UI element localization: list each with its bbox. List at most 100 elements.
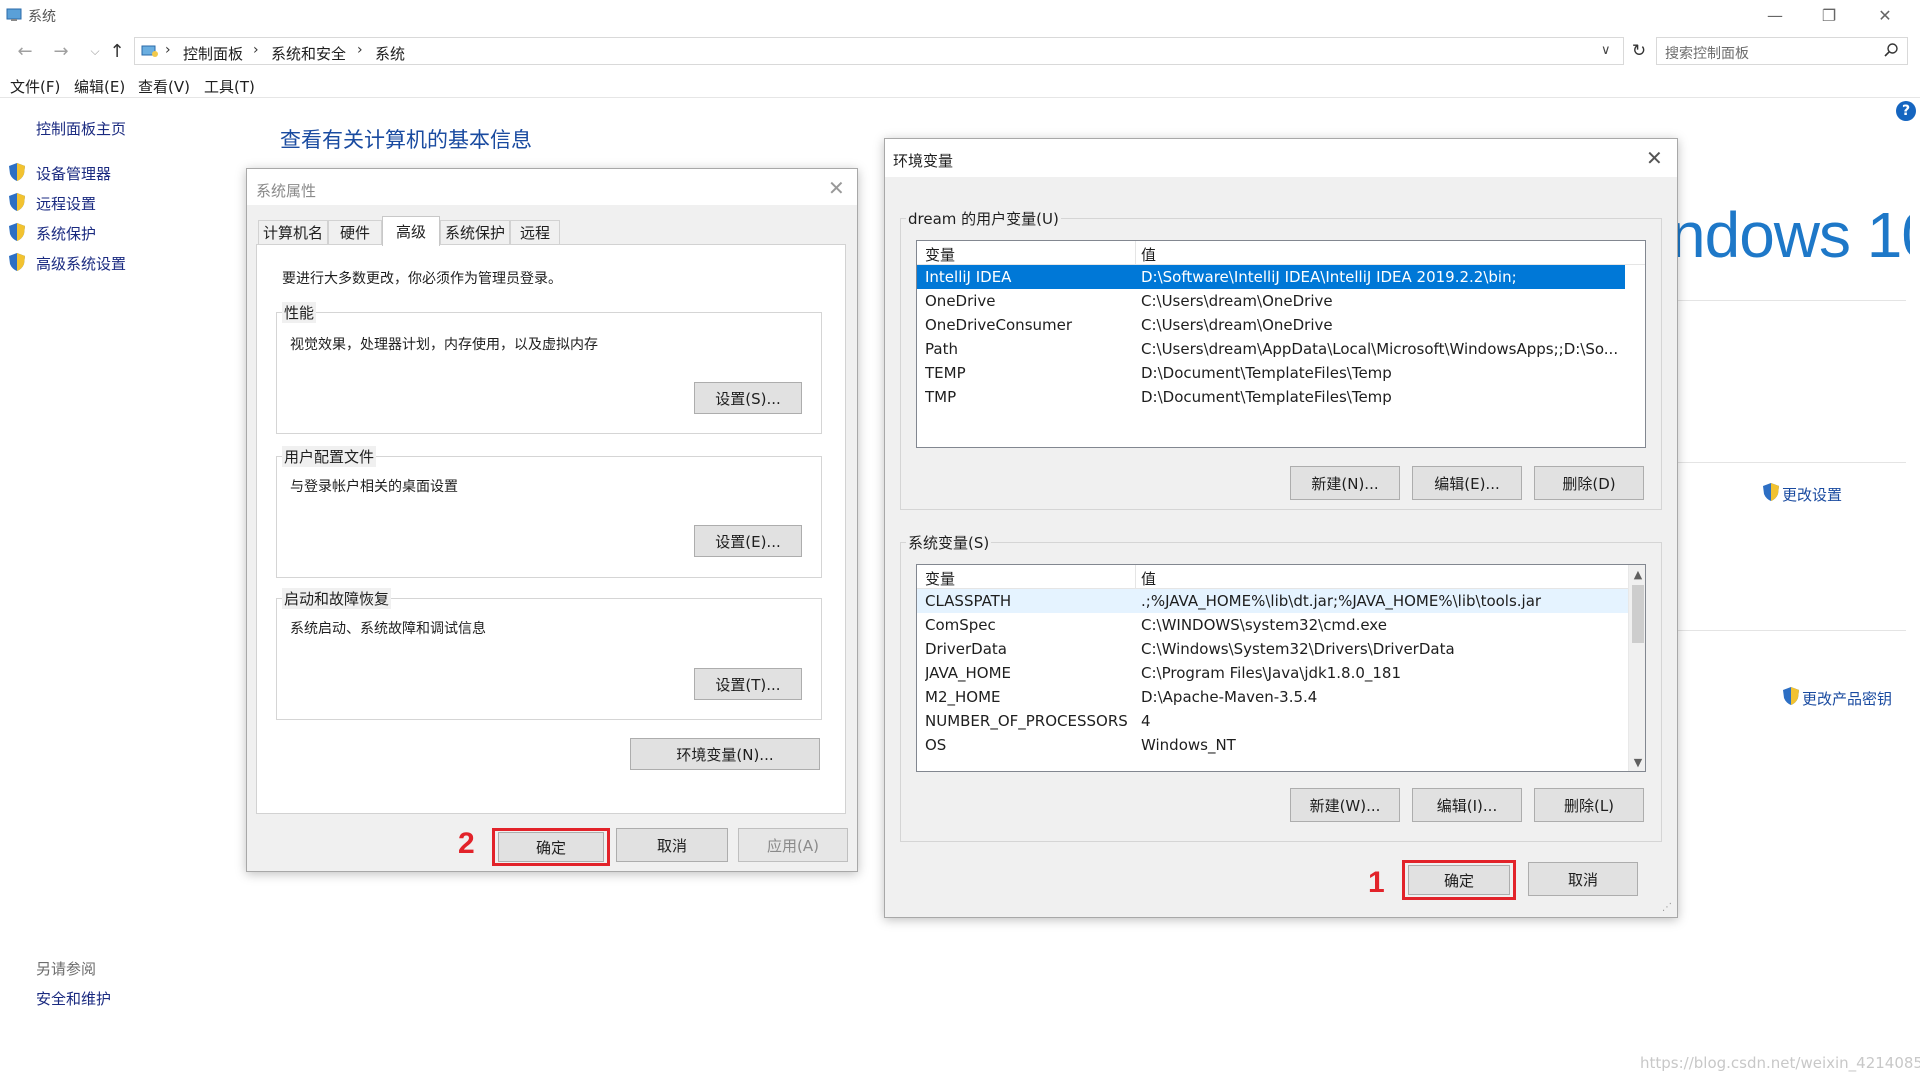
- tab-hardware[interactable]: 硬件: [328, 220, 382, 244]
- sidebar-item-advanced-settings[interactable]: 高级系统设置: [36, 253, 126, 274]
- variable-name: ComSpec: [925, 616, 996, 634]
- windows-10-logo: ndows 10: [1670, 199, 1910, 271]
- divider: [1676, 462, 1906, 463]
- menu-view[interactable]: 查看(V): [138, 76, 190, 97]
- table-row[interactable]: TEMP D:\Document\TemplateFiles\Temp: [917, 361, 1645, 385]
- table-row[interactable]: Path C:\Users\dream\AppData\Local\Micros…: [917, 337, 1645, 361]
- search-icon[interactable]: [1883, 42, 1899, 58]
- variable-name: CLASSPATH: [925, 592, 1012, 610]
- column-separator: [1135, 241, 1136, 265]
- search-input[interactable]: 搜索控制面板: [1656, 37, 1908, 65]
- refresh-icon[interactable]: ↻: [1628, 40, 1650, 62]
- system-edit-button[interactable]: 编辑(I)...: [1412, 788, 1522, 822]
- ok-button[interactable]: 确定: [498, 832, 604, 862]
- performance-group: [276, 312, 822, 434]
- sidebar-item-remote-settings[interactable]: 远程设置: [36, 193, 96, 214]
- user-profiles-settings-button[interactable]: 设置(E)...: [694, 525, 802, 557]
- breadcrumb-separator: ›: [253, 42, 259, 58]
- variable-name: IntelliJ IDEA: [925, 268, 1012, 286]
- startup-recovery-label: 启动和故障恢复: [282, 588, 392, 609]
- search-placeholder: 搜索控制面板: [1665, 46, 1749, 62]
- startup-settings-button[interactable]: 设置(T)...: [694, 668, 802, 700]
- environment-variables-button[interactable]: 环境变量(N)...: [630, 738, 820, 770]
- back-icon[interactable]: ←: [14, 40, 36, 62]
- tab-remote[interactable]: 远程: [510, 220, 560, 244]
- table-row[interactable]: TMP D:\Document\TemplateFiles\Temp: [917, 385, 1645, 409]
- scrollbar[interactable]: ▲ ▼: [1628, 565, 1645, 771]
- shield-icon: [8, 222, 26, 242]
- page-title: 查看有关计算机的基本信息: [280, 128, 532, 152]
- table-row[interactable]: OneDrive C:\Users\dream\OneDrive: [917, 289, 1645, 313]
- sidebar-item-device-manager[interactable]: 设备管理器: [36, 163, 111, 184]
- table-row[interactable]: OS Windows_NT: [917, 733, 1645, 757]
- system-properties-titlebar: [247, 169, 857, 205]
- minimize-icon[interactable]: —: [1752, 0, 1798, 30]
- chevron-down-icon[interactable]: ∨: [1601, 43, 1611, 58]
- shield-icon: [8, 162, 26, 182]
- user-variables-label: dream 的用户变量(U): [906, 208, 1061, 229]
- chevron-down-icon[interactable]: ⌵: [84, 40, 106, 62]
- cancel-button[interactable]: 取消: [616, 828, 728, 862]
- tab-system-protection[interactable]: 系统保护: [440, 220, 510, 244]
- variable-value: C:\Users\dream\AppData\Local\Microsoft\W…: [1141, 340, 1619, 358]
- control-panel-icon: [141, 43, 159, 59]
- column-header-value[interactable]: 值: [1141, 244, 1156, 265]
- performance-settings-button[interactable]: 设置(S)...: [694, 382, 802, 414]
- restore-icon[interactable]: ❐: [1806, 0, 1852, 30]
- table-row[interactable]: OneDriveConsumer C:\Users\dream\OneDrive: [917, 313, 1645, 337]
- table-row[interactable]: JAVA_HOME C:\Program Files\Java\jdk1.8.0…: [917, 661, 1645, 685]
- table-row[interactable]: CLASSPATH .;%JAVA_HOME%\lib\dt.jar;%JAVA…: [917, 589, 1629, 613]
- variable-value: C:\Program Files\Java\jdk1.8.0_181: [1141, 664, 1402, 682]
- system-icon: [6, 7, 24, 23]
- up-icon[interactable]: ↑: [106, 40, 128, 62]
- column-header-variable[interactable]: 变量: [925, 244, 955, 265]
- user-new-button[interactable]: 新建(N)...: [1290, 466, 1400, 500]
- menu-bar: 文件(F) 编辑(E) 查看(V) 工具(T): [0, 72, 1920, 98]
- startup-recovery-group: [276, 598, 822, 720]
- table-row[interactable]: NUMBER_OF_PROCESSORS 4: [917, 709, 1645, 733]
- system-new-button[interactable]: 新建(W)...: [1290, 788, 1400, 822]
- user-delete-button[interactable]: 删除(D): [1534, 466, 1644, 500]
- apply-button[interactable]: 应用(A): [738, 828, 848, 862]
- menu-edit[interactable]: 编辑(E): [74, 76, 125, 97]
- address-bar[interactable]: › 控制面板 › 系统和安全 › 系统 ∨: [134, 37, 1624, 65]
- change-product-key-link[interactable]: 更改产品密钥: [1802, 688, 1892, 709]
- divider: [1676, 630, 1906, 631]
- control-panel-home-link[interactable]: 控制面板主页: [36, 118, 126, 139]
- resize-grip-icon[interactable]: ⋰: [1662, 902, 1672, 913]
- table-row[interactable]: M2_HOME D:\Apache-Maven-3.5.4: [917, 685, 1645, 709]
- scroll-up-icon[interactable]: ▲: [1629, 565, 1645, 583]
- table-row[interactable]: IntelliJ IDEA D:\Software\IntelliJ IDEA\…: [917, 265, 1625, 289]
- startup-recovery-desc: 系统启动、系统故障和调试信息: [290, 621, 486, 637]
- sidebar-item-system-protection[interactable]: 系统保护: [36, 223, 96, 244]
- env-ok-button[interactable]: 确定: [1408, 865, 1510, 895]
- breadcrumb-system[interactable]: 系统: [375, 43, 405, 64]
- tab-advanced[interactable]: 高级: [382, 216, 440, 246]
- tab-computer-name[interactable]: 计算机名: [258, 220, 328, 244]
- security-maintenance-link[interactable]: 安全和维护: [36, 988, 111, 1009]
- variable-name: Path: [925, 340, 958, 358]
- breadcrumb-control-panel[interactable]: 控制面板: [183, 43, 243, 64]
- close-icon[interactable]: ✕: [1646, 146, 1663, 170]
- menu-file[interactable]: 文件(F): [10, 76, 60, 97]
- system-delete-button[interactable]: 删除(L): [1534, 788, 1644, 822]
- scroll-down-icon[interactable]: ▼: [1629, 753, 1645, 771]
- variable-name: TEMP: [925, 364, 966, 382]
- variable-name: OneDriveConsumer: [925, 316, 1073, 334]
- help-icon[interactable]: ?: [1896, 101, 1916, 121]
- user-variables-list[interactable]: 变量 值 IntelliJ IDEA D:\Software\IntelliJ …: [916, 240, 1646, 448]
- scroll-thumb[interactable]: [1632, 585, 1644, 643]
- forward-icon[interactable]: →: [50, 40, 72, 62]
- column-header-variable[interactable]: 变量: [925, 568, 955, 589]
- table-row[interactable]: ComSpec C:\WINDOWS\system32\cmd.exe: [917, 613, 1645, 637]
- column-header-value[interactable]: 值: [1141, 568, 1156, 589]
- table-row[interactable]: DriverData C:\Windows\System32\Drivers\D…: [917, 637, 1645, 661]
- user-edit-button[interactable]: 编辑(E)...: [1412, 466, 1522, 500]
- system-variables-list[interactable]: 变量 值 CLASSPATH .;%JAVA_HOME%\lib\dt.jar;…: [916, 564, 1646, 772]
- change-settings-link[interactable]: 更改设置: [1782, 484, 1842, 505]
- close-icon[interactable]: ✕: [828, 176, 845, 200]
- close-icon[interactable]: ✕: [1862, 0, 1908, 30]
- env-cancel-button[interactable]: 取消: [1528, 862, 1638, 896]
- menu-tools[interactable]: 工具(T): [204, 76, 255, 97]
- breadcrumb-system-security[interactable]: 系统和安全: [271, 43, 346, 64]
